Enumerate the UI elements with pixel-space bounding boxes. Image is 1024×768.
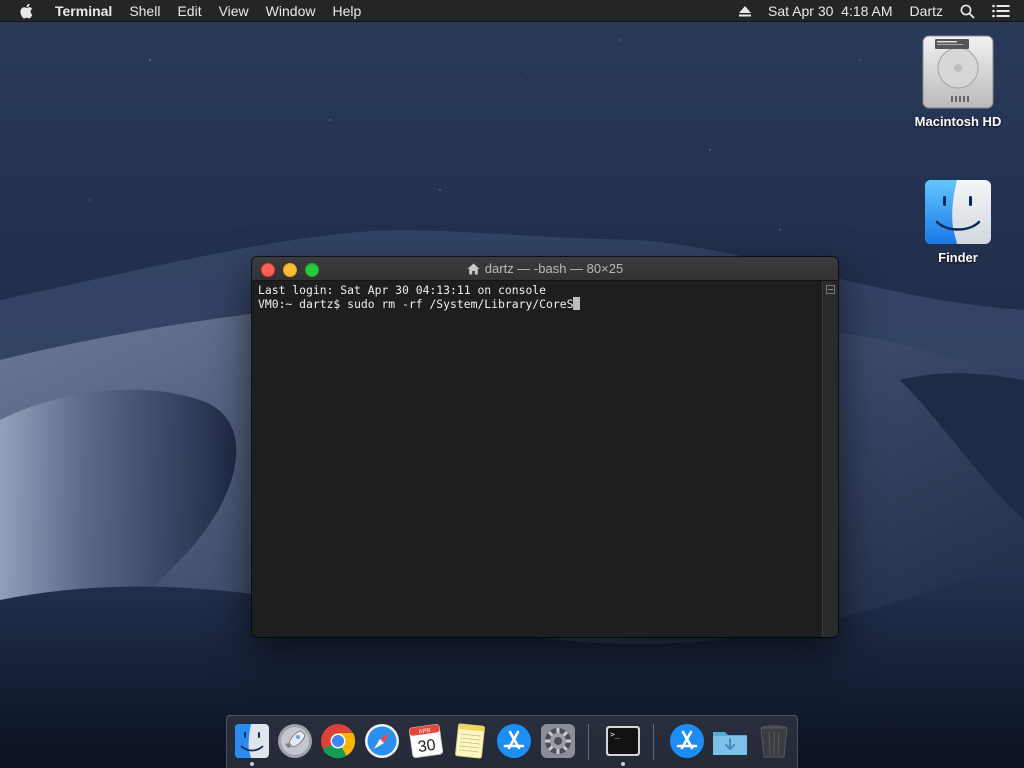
app-store-icon: [670, 724, 704, 758]
window-controls: [261, 263, 327, 277]
dock: APR 30 >_: [226, 715, 798, 768]
home-icon: [467, 263, 480, 275]
terminal-command: VM0:~ dartz$ sudo rm -rf /System/Library…: [258, 297, 574, 311]
chrome-icon: [321, 724, 356, 759]
minimize-button[interactable]: [283, 263, 297, 277]
spotlight-search-icon[interactable]: [960, 4, 975, 19]
finder-icon: [235, 724, 269, 758]
dock-item-chrome[interactable]: [319, 722, 357, 760]
window-title-text: dartz — -bash — 80×25: [484, 261, 624, 276]
gear-icon: [541, 724, 575, 758]
menu-shell[interactable]: Shell: [129, 3, 160, 19]
dock-separator: [653, 724, 654, 760]
terminal-titlebar[interactable]: dartz — -bash — 80×25: [252, 257, 838, 281]
menu-view[interactable]: View: [219, 3, 249, 19]
dock-item-safari[interactable]: [363, 722, 401, 760]
apple-menu-icon[interactable]: [19, 2, 37, 20]
window-title: dartz — -bash — 80×25: [467, 261, 623, 276]
svg-text:30: 30: [417, 737, 437, 756]
split-pane-icon[interactable]: [826, 285, 835, 294]
rocket-icon: [278, 724, 312, 758]
trash-icon: [760, 725, 788, 758]
vertical-scrollbar[interactable]: [822, 281, 838, 637]
text-cursor: [573, 297, 581, 310]
folder-icon: [713, 732, 747, 755]
notification-center-icon[interactable]: [992, 4, 1010, 18]
hard-drive-icon: [922, 35, 994, 109]
dock-item-terminal[interactable]: >_: [604, 722, 642, 760]
terminal-icon: >_: [606, 726, 640, 756]
desktop-icon-finder[interactable]: Finder: [903, 178, 1013, 265]
desktop-icon-macintosh-hd[interactable]: Macintosh HD: [903, 34, 1013, 129]
calendar-icon: APR 30: [408, 723, 444, 759]
menu-app-name[interactable]: Terminal: [55, 3, 112, 19]
close-button[interactable]: [261, 263, 275, 277]
eject-icon[interactable]: [739, 5, 752, 17]
dock-item-launchpad[interactable]: [276, 722, 314, 760]
dock-item-app-store[interactable]: [495, 722, 533, 760]
terminal-prompt-line: VM0:~ dartz$ sudo rm -rf /System/Library…: [258, 297, 816, 311]
notes-icon: [455, 723, 485, 759]
menu-bar: Terminal Shell Edit View Window Help Sat…: [0, 0, 1024, 22]
running-indicator: [621, 762, 625, 766]
menu-clock[interactable]: Sat Apr 30 4:18 AM: [768, 3, 893, 19]
dock-item-calendar[interactable]: APR 30: [407, 722, 445, 760]
menu-help[interactable]: Help: [332, 3, 361, 19]
finder-icon: [925, 180, 991, 244]
dock-item-notes[interactable]: [451, 722, 489, 760]
desktop-icon-label: Finder: [938, 250, 978, 265]
menu-edit[interactable]: Edit: [177, 3, 201, 19]
zoom-button[interactable]: [305, 263, 319, 277]
dock-item-finder[interactable]: [233, 722, 271, 760]
dock-item-app-store-downloads[interactable]: [668, 722, 706, 760]
app-store-icon: [497, 724, 531, 758]
terminal-output[interactable]: Last login: Sat Apr 30 04:13:11 on conso…: [252, 281, 822, 637]
dock-item-downloads-folder[interactable]: [711, 722, 749, 760]
compass-icon: [365, 724, 399, 758]
menu-user[interactable]: Dartz: [910, 3, 943, 19]
dock-item-system-preferences[interactable]: [539, 722, 577, 760]
terminal-line: Last login: Sat Apr 30 04:13:11 on conso…: [258, 283, 547, 297]
svg-text:>_: >_: [610, 730, 620, 739]
menu-window[interactable]: Window: [266, 3, 316, 19]
dock-item-trash[interactable]: [755, 722, 793, 760]
terminal-window[interactable]: dartz — -bash — 80×25 Last login: Sat Ap…: [252, 257, 838, 637]
dock-separator: [588, 724, 589, 760]
desktop-icon-label: Macintosh HD: [914, 114, 1002, 129]
running-indicator: [250, 762, 254, 766]
